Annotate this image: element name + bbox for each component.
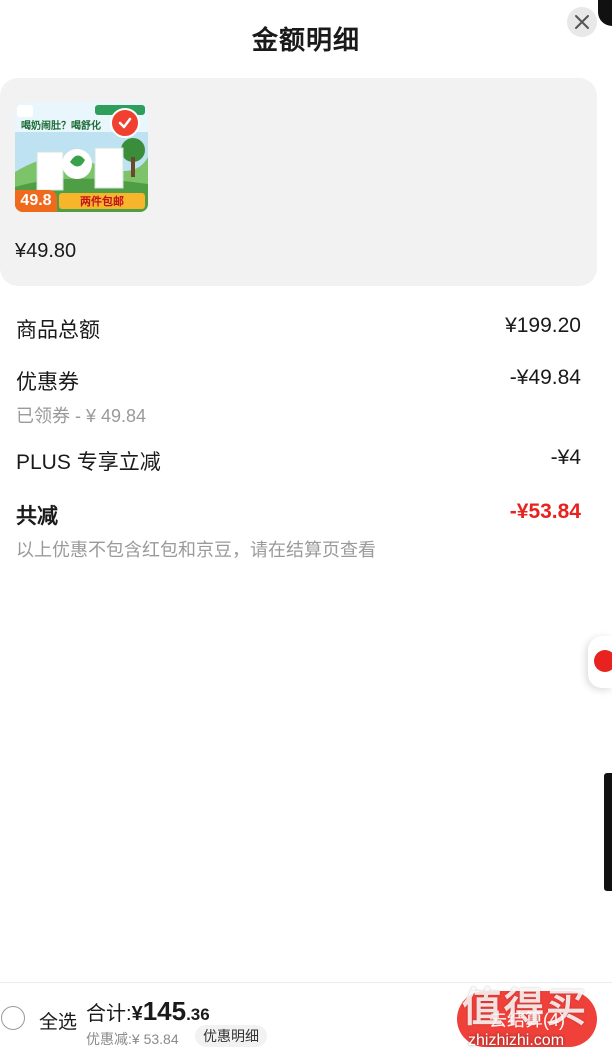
floating-logo-icon (594, 650, 612, 672)
total-discount-row: 共减 -¥53.84 (16, 500, 581, 530)
total-discount-label: 共减 (16, 505, 58, 528)
select-all-radio[interactable] (1, 1006, 25, 1030)
thumb-slogan: 喝奶闹肚？喝舒化 (21, 121, 101, 132)
total-integer: 145 (142, 996, 187, 1026)
sheet-header: 金额明细 (0, 0, 612, 72)
plus-discount-value: -¥4 (550, 446, 581, 469)
product-card: 喝奶闹肚？喝舒化 49.8 两件包邮 ¥49.80 (0, 78, 597, 286)
subtotal-row: 商品总额 ¥199.20 (16, 314, 581, 344)
thumb-tag: 两件包邮 (59, 193, 145, 209)
close-icon (575, 15, 589, 29)
thumb-price: 49.8 (15, 190, 57, 212)
discount-amount: 优惠减:¥ 53.84 (86, 1031, 179, 1047)
total-discount-value: -¥53.84 (509, 500, 581, 523)
discount-note: 以上优惠不包含红包和京豆，请在结算页查看 (16, 540, 376, 560)
select-all-label[interactable]: 全选 (39, 1007, 77, 1034)
product-price: ¥49.80 (15, 240, 77, 262)
subtotal-label: 商品总额 (16, 319, 100, 342)
plus-discount-row: PLUS 专享立减 -¥4 (16, 446, 581, 476)
checkout-button[interactable]: 去结算(4) (457, 991, 597, 1047)
floating-side-button[interactable] (588, 636, 612, 688)
coupon-sub-text: 已领券 - ¥ 49.84 (16, 406, 147, 426)
order-total: 合计:¥145.36 (86, 996, 210, 1027)
coupon-row: 优惠券 -¥49.84 (16, 366, 581, 396)
plus-discount-label: PLUS 专享立减 (16, 451, 161, 474)
total-currency: ¥ (131, 1003, 143, 1025)
page-title: 金额明细 (251, 25, 360, 55)
coupon-value: -¥49.84 (509, 366, 581, 389)
amount-detail-sheet: 金额明细 喝奶闹肚？喝舒化 49.8 两件包邮 ¥49.80 商品总额 ¥199… (0, 0, 612, 1058)
subtotal-value: ¥199.20 (505, 314, 581, 337)
close-button[interactable] (567, 7, 597, 37)
selected-check-badge[interactable] (110, 108, 140, 138)
edge-handle (604, 773, 612, 891)
check-icon (118, 117, 132, 129)
discount-detail-button[interactable]: 优惠明细 (195, 1025, 267, 1047)
checkout-bar: 全选 合计:¥145.36 优惠减:¥ 53.84 优惠明细 去结算(4) (0, 982, 612, 1058)
total-decimal: .36 (186, 1005, 210, 1024)
total-prefix: 合计: (86, 1003, 132, 1025)
coupon-label: 优惠券 (16, 371, 79, 394)
